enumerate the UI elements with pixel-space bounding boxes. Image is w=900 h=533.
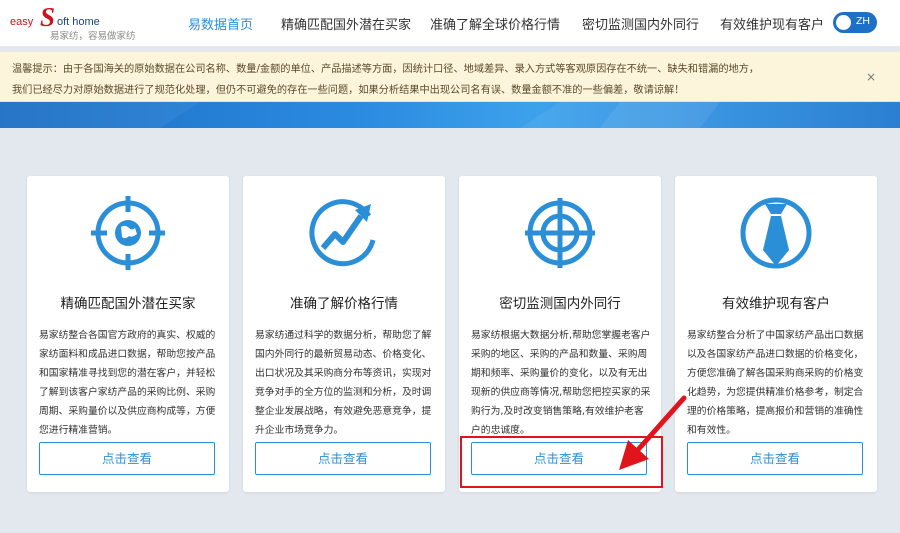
logo-easy-text: easy: [10, 16, 34, 28]
trend-arrow-icon: [309, 199, 376, 267]
globe-target-icon: [91, 196, 165, 270]
banner-strip: [0, 102, 900, 128]
nav-item-price-trends[interactable]: 准确了解全球价格行情: [430, 14, 560, 33]
card-description: 易家纺整合分析了中国家纺产品出口数据以及各国家纺产品进口数据的价格变化，方便您准…: [687, 330, 864, 436]
feature-card-match-buyers: 精确匹配国外潜在买家 易家纺整合各国官方政府的真实、权威的家纺面料和成品进口数据…: [27, 176, 229, 492]
nav-item-match-buyers[interactable]: 精确匹配国外潜在买家: [281, 14, 411, 33]
card-title: 准确了解价格行情: [290, 296, 398, 312]
card-title: 密切监测国内外同行: [499, 296, 621, 312]
logo-subtitle: 易家纺，容易做家纺: [50, 31, 136, 42]
notice-line-2: 我们已经尽力对原始数据进行了规范化处理，但仍不可避免的存在一些问题，如果分析结果…: [12, 85, 685, 96]
card-description: 易家纺根据大数据分析,帮助您掌握老客户采购的地区、采购的产品和数量、采购周期和频…: [471, 330, 651, 436]
toggle-knob: [836, 15, 851, 30]
notice-line-1: 温馨提示：由于各国海关的原始数据在公司名称、数量/金额的单位、产品描述等方面，因…: [12, 64, 760, 75]
close-icon[interactable]: ×: [866, 70, 876, 84]
top-header: easy S oft home 易家纺，容易做家纺 易数据首页 精确匹配国外潜在…: [0, 0, 900, 46]
necktie-icon: [740, 197, 812, 269]
card-description: 易家纺整合各国官方政府的真实、权威的家纺面料和成品进口数据，帮助您按产品和国家精…: [39, 330, 216, 436]
logo[interactable]: easy S oft home 易家纺，容易做家纺: [10, 2, 140, 42]
logo-oft-home-text: oft home: [57, 16, 100, 28]
nav-item-home[interactable]: 易数据首页: [188, 14, 253, 33]
nav-item-monitor-peers[interactable]: 密切监测国内外同行: [582, 14, 699, 33]
language-label: ZH: [856, 15, 870, 27]
notice-bar: 温馨提示：由于各国海关的原始数据在公司名称、数量/金额的单位、产品描述等方面，因…: [0, 52, 900, 102]
feature-card-price-trends: 准确了解价格行情 易家纺通过科学的数据分析，帮助您了解国内外同行的最新贸易动态、…: [243, 176, 445, 492]
crosshair-icon: [525, 198, 595, 268]
view-button[interactable]: 点击查看: [687, 442, 863, 475]
view-button[interactable]: 点击查看: [255, 442, 431, 475]
view-button[interactable]: 点击查看: [39, 442, 215, 475]
highlight-box: [460, 436, 663, 488]
nav-item-maintain-customers[interactable]: 有效维护现有客户: [720, 14, 824, 33]
card-description: 易家纺通过科学的数据分析，帮助您了解国内外同行的最新贸易动态、价格变化、出口状况…: [255, 330, 432, 436]
banner-decoration: [0, 102, 900, 128]
feature-card-maintain-customers: 有效维护现有客户 易家纺整合分析了中国家纺产品出口数据以及各国家纺产品进口数据的…: [675, 176, 877, 492]
language-toggle[interactable]: ZH: [833, 12, 877, 33]
card-title: 精确匹配国外潜在买家: [60, 296, 196, 312]
card-title: 有效维护现有客户: [722, 296, 830, 312]
